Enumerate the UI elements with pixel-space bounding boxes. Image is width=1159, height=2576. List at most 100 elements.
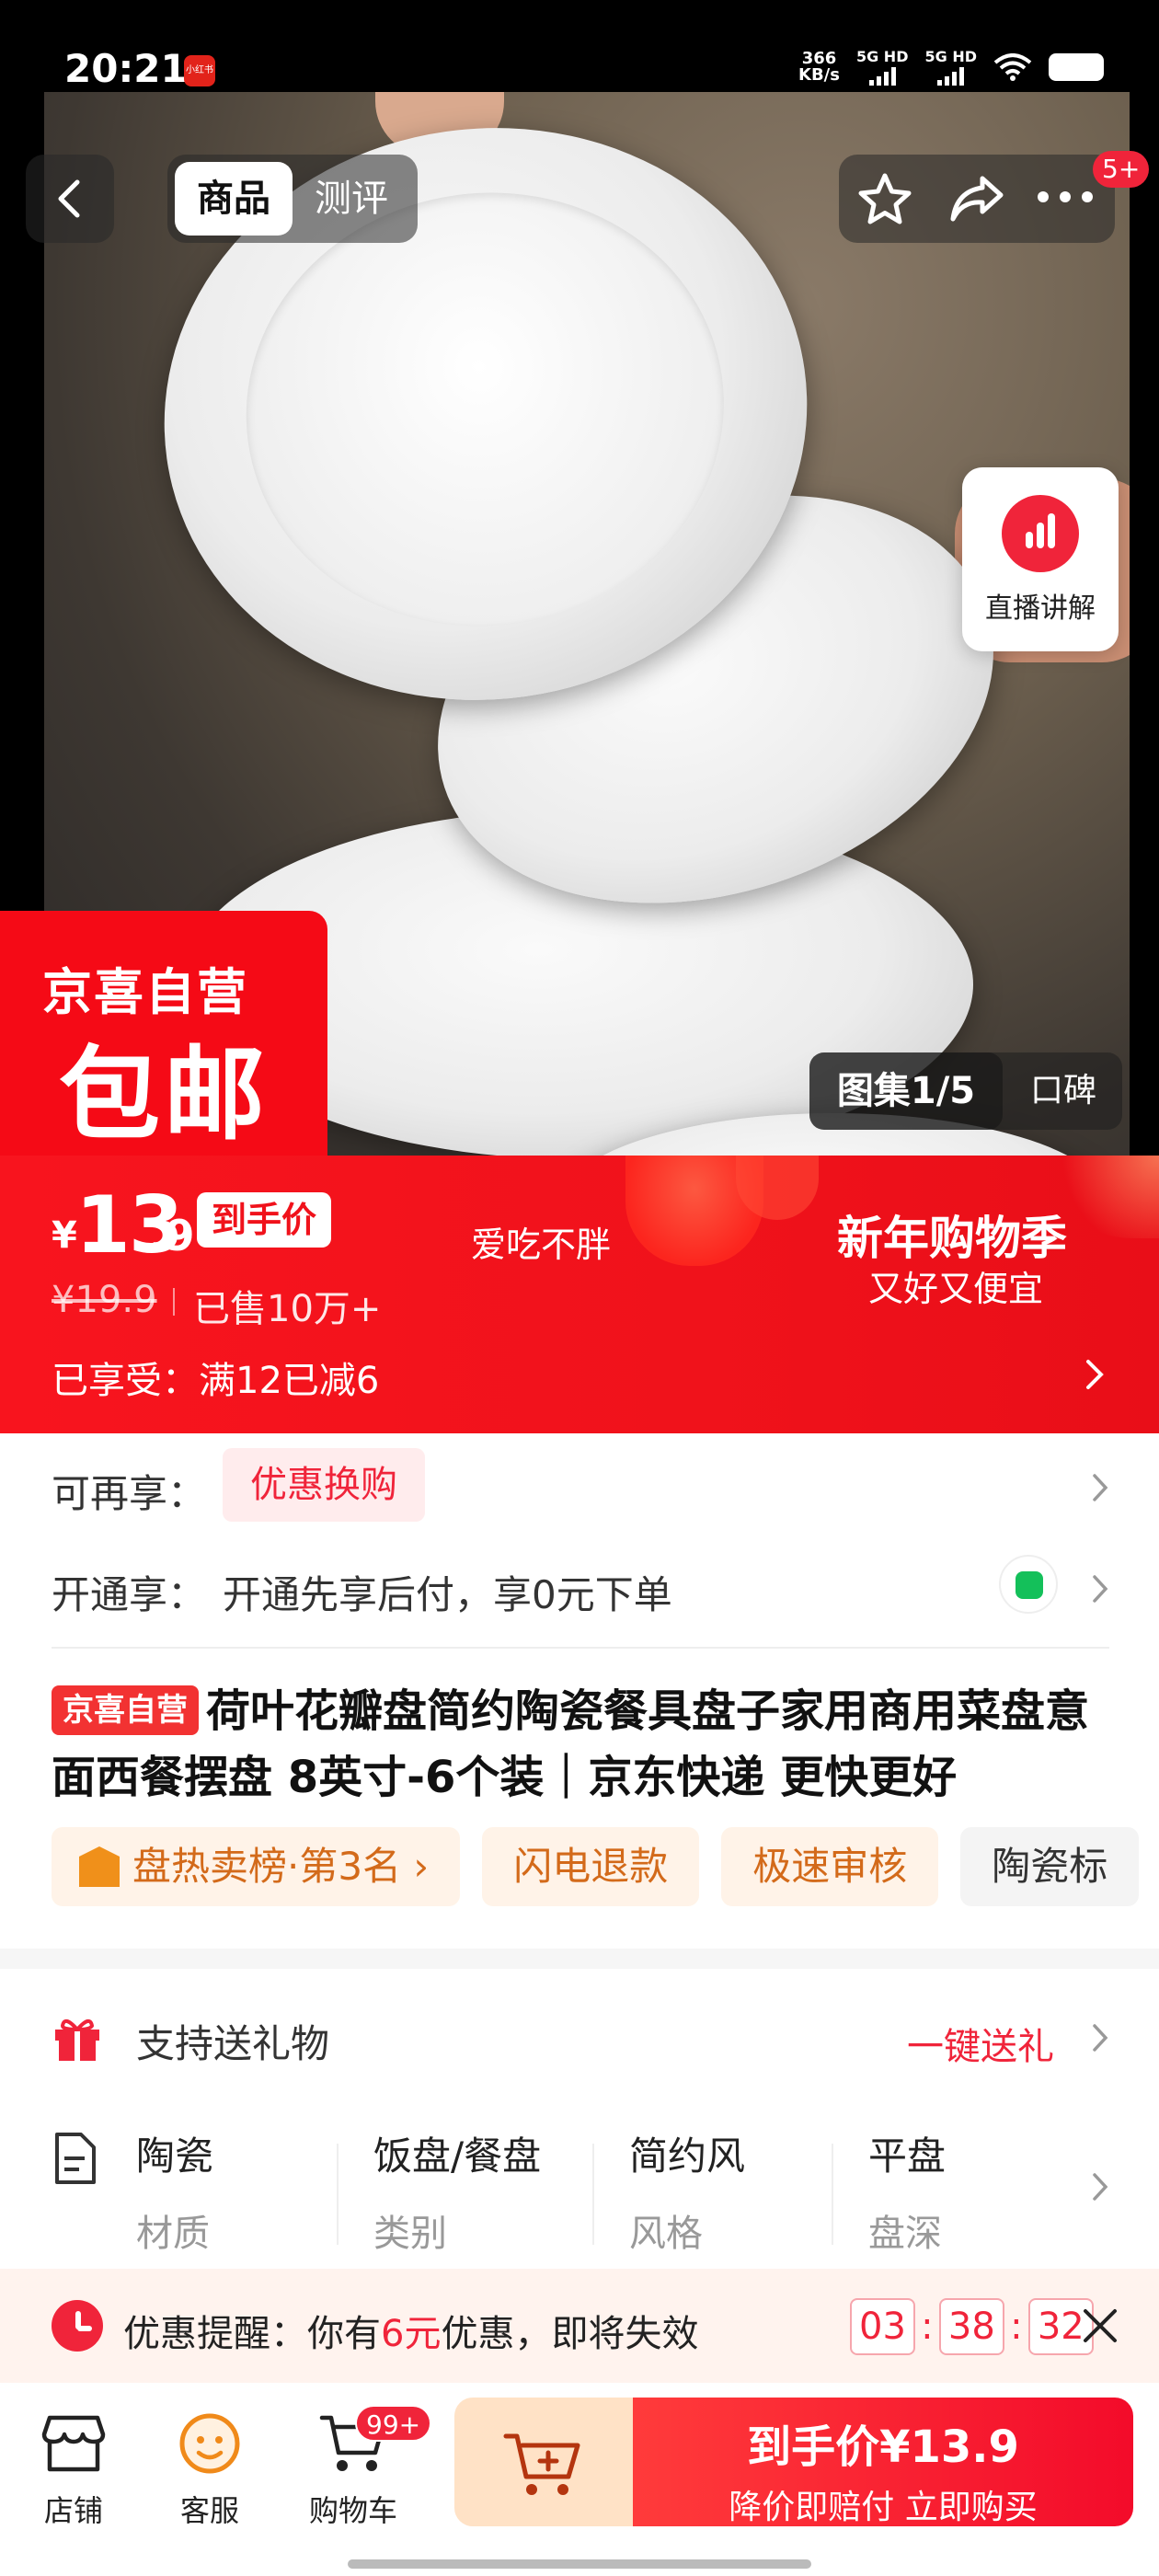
attr-category: 饭盘/餐盘 类别 <box>373 2125 541 2257</box>
final-price-tag: 到手价 <box>197 1192 332 1248</box>
colon: : <box>921 2306 934 2348</box>
customer-service-icon <box>179 2413 240 2474</box>
attr-value: 平盘 <box>868 2133 947 2179</box>
ranking-chip[interactable]: 盘热卖榜·第3名 › <box>52 1827 461 1906</box>
self-operated-badge: 京喜自营 <box>52 1685 199 1735</box>
live-explain-label: 直播讲解 <box>985 592 1096 625</box>
customer-service-button[interactable]: 客服 <box>155 2409 265 2530</box>
discount-reminder-bar[interactable]: 优惠提醒：你有6元优惠，即将失效 03 : 38 : 32 <box>0 2269 1159 2383</box>
star-icon <box>858 173 912 224</box>
gift-label: 支持送礼物 <box>136 2021 330 2066</box>
signal-2-icon: 5G HD <box>924 48 977 86</box>
send-gift-button[interactable]: 一键送礼 <box>907 2017 1054 2070</box>
sale-event-subtitle: 又好又便宜 <box>868 1269 1044 1309</box>
speed-unit: KB/s <box>798 64 840 85</box>
chevron-left-icon <box>58 179 80 218</box>
wifi-icon <box>993 52 1032 81</box>
divider <box>592 2144 594 2245</box>
store-icon <box>41 2415 106 2472</box>
price-decimal: .9 <box>149 1211 195 1260</box>
gallery-count-button[interactable]: 图集1/5 <box>809 1052 1003 1130</box>
signal-1-label: 5G HD <box>855 48 909 65</box>
promo-slogan: 爱吃不胖 <box>471 1225 612 1265</box>
status-time: 20:21 <box>64 46 188 91</box>
original-price: ¥19.9 <box>52 1279 157 1321</box>
section-gap <box>0 1949 1159 1969</box>
reminder-amount: 6元 <box>381 2313 442 2355</box>
buy-now-button[interactable]: 到手价¥13.9 降价即赔付 立即购买 <box>633 2398 1133 2526</box>
add-to-cart-button[interactable] <box>454 2398 638 2526</box>
attr-depth: 平盘 盘深 <box>868 2125 946 2257</box>
product-title: 荷叶花瓣盘简约陶瓷餐具盘子家用商用菜盘意面西餐摆盘 8英寸-6个装｜京东快递 更… <box>52 1685 1090 1803</box>
reminder-text: 优惠提醒：你有6元优惠，即将失效 <box>123 2304 698 2357</box>
attr-value: 饭盘/餐盘 <box>373 2133 542 2179</box>
service-chips: 盘热卖榜·第3名 › 闪电退款 极速审核 陶瓷标 <box>52 1827 1159 1910</box>
chevron-right-icon <box>1093 1575 1108 1603</box>
wechat-pay-icon <box>999 1555 1058 1614</box>
colon: : <box>1010 2306 1023 2348</box>
attr-material: 陶瓷 材质 <box>136 2125 213 2257</box>
price-divider <box>173 1288 175 1316</box>
attr-style: 简约风 风格 <box>629 2125 745 2257</box>
battery-icon <box>1049 52 1104 81</box>
sold-count: 已售10万+ <box>193 1288 382 1330</box>
buy-price-label: 到手价¥13.9 <box>747 2421 1019 2473</box>
tab-product[interactable]: 商品 <box>175 162 293 236</box>
attr-key: 风格 <box>629 2213 703 2255</box>
app-notification-icon: 小红书 <box>184 55 215 86</box>
status-bar: 20:21 小红书 366 KB/s 5G HD 5G HD <box>0 0 1159 92</box>
view-tabs: 商品 测评 <box>167 155 418 243</box>
pay-later-label: 开通享： <box>52 1572 207 1617</box>
reviews-gallery-button[interactable]: 口碑 <box>1030 1052 1096 1130</box>
clock-icon <box>52 2300 103 2352</box>
more-dots-icon <box>1038 191 1093 202</box>
close-icon[interactable] <box>1080 2306 1120 2346</box>
document-icon <box>55 2133 96 2184</box>
bottom-action-bar: 店铺 客服 99+ 购物车 到手价¥13.9 降价即赔付 立即购买 <box>0 2383 1159 2576</box>
discount-enjoyed[interactable]: 已享受：满12已减6 <box>52 1351 379 1404</box>
message-count-badge: 5+ <box>1093 151 1150 188</box>
product-title-block: 京喜自营 荷叶花瓣盘简约陶瓷餐具盘子家用商用菜盘意面西餐摆盘 8英寸-6个装｜京东… <box>52 1678 1119 1811</box>
chevron-right-icon[interactable] <box>1084 1358 1106 1391</box>
cart-count-badge: 99+ <box>355 2405 432 2442</box>
flag-line-2: 包邮 <box>59 1036 269 1154</box>
tab-review[interactable]: 测评 <box>293 162 410 236</box>
trade-in-chip[interactable]: 优惠换购 <box>223 1448 425 1522</box>
fast-refund-chip[interactable]: 闪电退款 <box>482 1827 700 1906</box>
attr-value: 简约风 <box>629 2133 746 2179</box>
favorite-button[interactable] <box>855 171 914 232</box>
more-benefits-row[interactable]: 可再享： 优惠换购 <box>52 1448 1109 1522</box>
reminder-prefix: 优惠提醒：你有 <box>123 2313 381 2355</box>
add-to-cart-icon <box>503 2433 580 2495</box>
gift-icon <box>55 2018 99 2061</box>
live-explain-button[interactable]: 直播讲解 <box>962 467 1119 651</box>
gift-row[interactable]: 支持送礼物 一键送礼 <box>52 2013 1109 2068</box>
share-button[interactable] <box>947 171 1006 230</box>
divider <box>337 2144 339 2245</box>
store-label: 店铺 <box>43 2493 103 2528</box>
reminder-suffix: 优惠，即将失效 <box>441 2313 699 2355</box>
top-actions <box>839 155 1115 243</box>
back-button[interactable] <box>26 155 114 243</box>
home-indicator[interactable] <box>348 2559 811 2569</box>
ceramic-chip[interactable]: 陶瓷标 <box>960 1827 1140 1906</box>
buy-subtitle: 降价即赔付 立即购买 <box>729 2489 1038 2526</box>
countdown-timer: 03 : 38 : 32 <box>850 2298 1094 2355</box>
self-operated-free-shipping-badge: 京喜自营 包邮 <box>0 911 327 1178</box>
attr-key: 类别 <box>373 2213 447 2255</box>
chevron-right-icon <box>1093 2173 1108 2201</box>
divider <box>52 1647 1109 1649</box>
customer-service-label: 客服 <box>179 2493 239 2528</box>
more-button[interactable] <box>1036 190 1095 208</box>
signal-2-label: 5G HD <box>924 48 977 65</box>
attr-value: 陶瓷 <box>136 2133 214 2179</box>
attributes-row[interactable]: 陶瓷 材质 饭盘/餐盘 类别 简约风 风格 平盘 盘深 <box>52 2125 1109 2263</box>
attr-key: 盘深 <box>868 2213 942 2255</box>
fast-review-chip[interactable]: 极速审核 <box>721 1827 939 1906</box>
cart-button[interactable]: 99+ 购物车 <box>298 2405 432 2530</box>
share-icon <box>950 176 1004 222</box>
store-button[interactable]: 店铺 <box>18 2409 129 2530</box>
price-banner: ¥ 13 .9 到手价 爱吃不胖 新年购物季 又好又便宜 ¥19.9 已售10万… <box>0 1156 1159 1433</box>
pay-later-row[interactable]: 开通享： 开通先享后付，享0元下单 <box>52 1555 1109 1619</box>
signal-1-icon: 5G HD <box>855 48 909 86</box>
